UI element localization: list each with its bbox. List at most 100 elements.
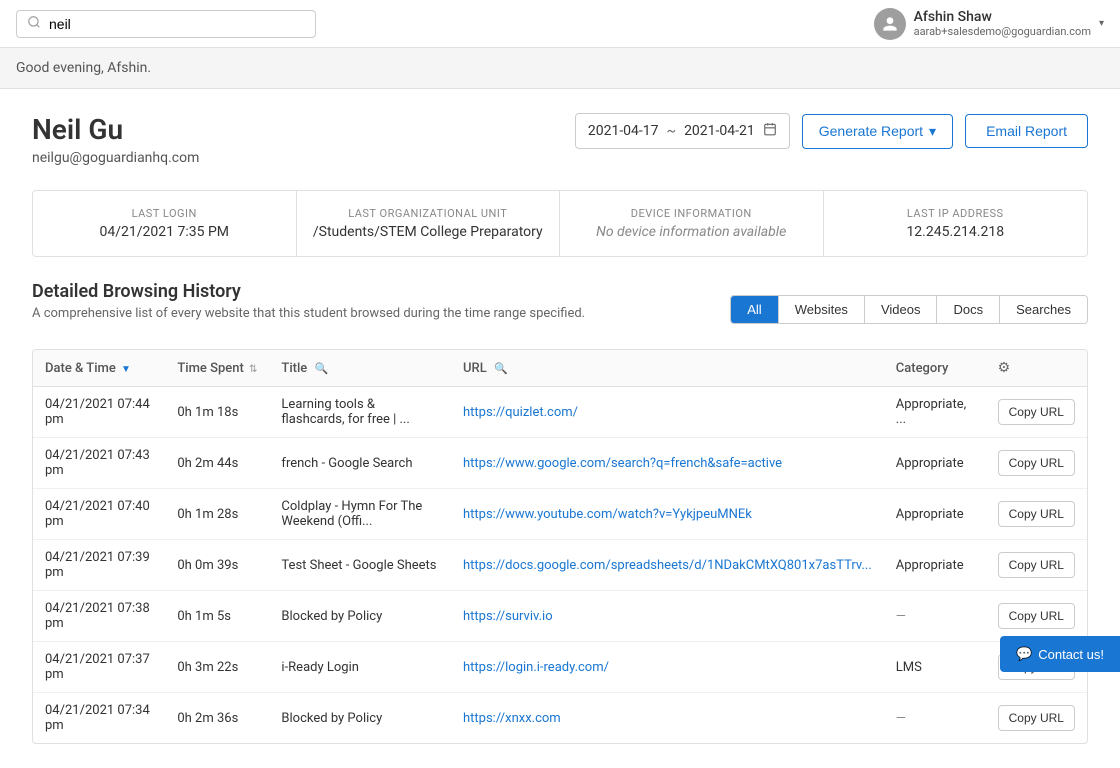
date-separator: ~ (667, 123, 677, 139)
student-name: Neil Gu (32, 113, 199, 146)
section-title: Detailed Browsing History (32, 281, 585, 302)
user-menu[interactable]: Afshin Shaw aarab+salesdemo@goguardian.c… (874, 8, 1104, 40)
cell-action: Copy URL (986, 540, 1087, 591)
stat-device-label: DEVICE INFORMATION (576, 207, 807, 220)
date-start: 2021-04-17 (588, 123, 659, 139)
copy-url-button[interactable]: Copy URL (998, 603, 1075, 629)
date-end: 2021-04-21 (684, 123, 755, 139)
stat-last-org-label: LAST ORGANIZATIONAL UNIT (313, 207, 544, 220)
url-link[interactable]: https://www.google.com/search?q=french&s… (463, 456, 782, 471)
main-content: Neil Gu neilgu@goguardianhq.com 2021-04-… (0, 89, 1120, 768)
header: Afshin Shaw aarab+salesdemo@goguardian.c… (0, 0, 1120, 48)
filter-websites-button[interactable]: Websites (779, 296, 865, 323)
student-info: Neil Gu neilgu@goguardianhq.com (32, 113, 199, 166)
col-actions: ⚙ (986, 350, 1087, 387)
user-details: Afshin Shaw aarab+salesdemo@goguardian.c… (914, 9, 1091, 38)
stat-last-login-value: 04/21/2021 7:35 PM (49, 224, 280, 240)
cell-action: Copy URL (986, 489, 1087, 540)
copy-url-button[interactable]: Copy URL (998, 399, 1075, 425)
generate-report-label: Generate Report (819, 123, 923, 139)
generate-report-chevron-icon: ▾ (929, 123, 936, 140)
col-title: Title 🔍 (269, 350, 451, 387)
cell-time-spent: 0h 3m 22s (165, 642, 269, 693)
cell-action: Copy URL (986, 693, 1087, 744)
col-time-spent: Time Spent ⇅ (165, 350, 269, 387)
gear-icon[interactable]: ⚙ (998, 360, 1011, 376)
cell-url: https://www.google.com/search?q=french&s… (451, 438, 884, 489)
copy-url-button[interactable]: Copy URL (998, 705, 1075, 731)
url-link[interactable]: https://login.i-ready.com/ (463, 660, 609, 675)
email-report-button[interactable]: Email Report (965, 114, 1088, 148)
cell-url: https://xnxx.com (451, 693, 884, 744)
cell-title: Coldplay - Hymn For The Weekend (Offi... (269, 489, 451, 540)
sort-time-icon[interactable]: ⇅ (249, 364, 257, 375)
cell-time-spent: 0h 2m 44s (165, 438, 269, 489)
chat-icon: 💬 (1016, 646, 1032, 662)
url-link[interactable]: https://surviv.io (463, 609, 553, 624)
stat-last-ip-label: LAST IP ADDRESS (840, 207, 1072, 220)
url-link[interactable]: https://quizlet.com/ (463, 405, 578, 420)
table-row: 04/21/2021 07:43 pm 0h 2m 44s french - G… (33, 438, 1087, 489)
search-input[interactable] (49, 16, 305, 32)
filter-buttons: All Websites Videos Docs Searches (730, 295, 1088, 324)
date-range-picker[interactable]: 2021-04-17 ~ 2021-04-21 (575, 113, 790, 149)
cell-date: 04/21/2021 07:37 pm (33, 642, 165, 693)
chevron-down-icon: ▾ (1099, 18, 1104, 29)
cell-time-spent: 0h 2m 36s (165, 693, 269, 744)
generate-report-button[interactable]: Generate Report ▾ (802, 114, 953, 149)
copy-url-button[interactable]: Copy URL (998, 501, 1075, 527)
table-row: 04/21/2021 07:38 pm 0h 1m 5s Blocked by … (33, 591, 1087, 642)
cell-time-spent: 0h 1m 18s (165, 387, 269, 438)
student-header: Neil Gu neilgu@goguardianhq.com 2021-04-… (32, 113, 1088, 166)
cell-date: 04/21/2021 07:43 pm (33, 438, 165, 489)
url-search-icon[interactable]: 🔍 (494, 362, 508, 375)
filter-docs-button[interactable]: Docs (937, 296, 1000, 323)
cell-date: 04/21/2021 07:38 pm (33, 591, 165, 642)
filter-searches-button[interactable]: Searches (1000, 296, 1087, 323)
title-search-icon[interactable]: 🔍 (315, 362, 329, 375)
copy-url-button[interactable]: Copy URL (998, 552, 1075, 578)
cell-date: 04/21/2021 07:39 pm (33, 540, 165, 591)
sort-date-icon[interactable]: ▼ (121, 364, 131, 375)
cell-title: Test Sheet - Google Sheets (269, 540, 451, 591)
url-link[interactable]: https://xnxx.com (463, 711, 561, 726)
cell-action: Copy URL (986, 387, 1087, 438)
col-date-time: Date & Time ▼ (33, 350, 165, 387)
col-category: Category (884, 350, 986, 387)
section-header: Detailed Browsing History A comprehensiv… (32, 281, 585, 337)
cell-time-spent: 0h 0m 39s (165, 540, 269, 591)
cell-title: i-Ready Login (269, 642, 451, 693)
cell-category: — (884, 693, 986, 744)
stat-device: DEVICE INFORMATION No device information… (560, 191, 824, 256)
filter-row: Detailed Browsing History A comprehensiv… (32, 281, 1088, 337)
filter-videos-button[interactable]: Videos (865, 296, 938, 323)
cell-category: — (884, 591, 986, 642)
table-row: 04/21/2021 07:44 pm 0h 1m 18s Learning t… (33, 387, 1087, 438)
copy-url-button[interactable]: Copy URL (998, 450, 1075, 476)
cell-category: LMS (884, 642, 986, 693)
cell-title: Blocked by Policy (269, 693, 451, 744)
cell-date: 04/21/2021 07:40 pm (33, 489, 165, 540)
cell-action: Copy URL (986, 438, 1087, 489)
filter-all-button[interactable]: All (731, 296, 778, 323)
search-bar[interactable] (16, 10, 316, 38)
table-row: 04/21/2021 07:40 pm 0h 1m 28s Coldplay -… (33, 489, 1087, 540)
user-name: Afshin Shaw (914, 9, 1091, 25)
stat-last-login-label: LAST LOGIN (49, 207, 280, 220)
stat-device-value: No device information available (576, 224, 807, 240)
cell-url: https://surviv.io (451, 591, 884, 642)
email-report-label: Email Report (986, 123, 1067, 139)
cell-category: Appropriate (884, 489, 986, 540)
table-header-row: Date & Time ▼ Time Spent ⇅ Title 🔍 URL 🔍… (33, 350, 1087, 387)
contact-us-label: Contact us! (1038, 647, 1104, 662)
stat-last-org: LAST ORGANIZATIONAL UNIT /Students/STEM … (297, 191, 561, 256)
url-link[interactable]: https://www.youtube.com/watch?v=YykjpeuM… (463, 507, 752, 522)
cell-category: Appropriate (884, 540, 986, 591)
contact-us-button[interactable]: 💬 Contact us! (1000, 636, 1120, 672)
url-link[interactable]: https://docs.google.com/spreadsheets/d/1… (463, 558, 872, 573)
stat-last-login: LAST LOGIN 04/21/2021 7:35 PM (33, 191, 297, 256)
cell-url: https://docs.google.com/spreadsheets/d/1… (451, 540, 884, 591)
stat-last-org-value: /Students/STEM College Preparatory (313, 224, 544, 240)
cell-url: https://quizlet.com/ (451, 387, 884, 438)
stat-last-ip-value: 12.245.214.218 (840, 224, 1072, 240)
